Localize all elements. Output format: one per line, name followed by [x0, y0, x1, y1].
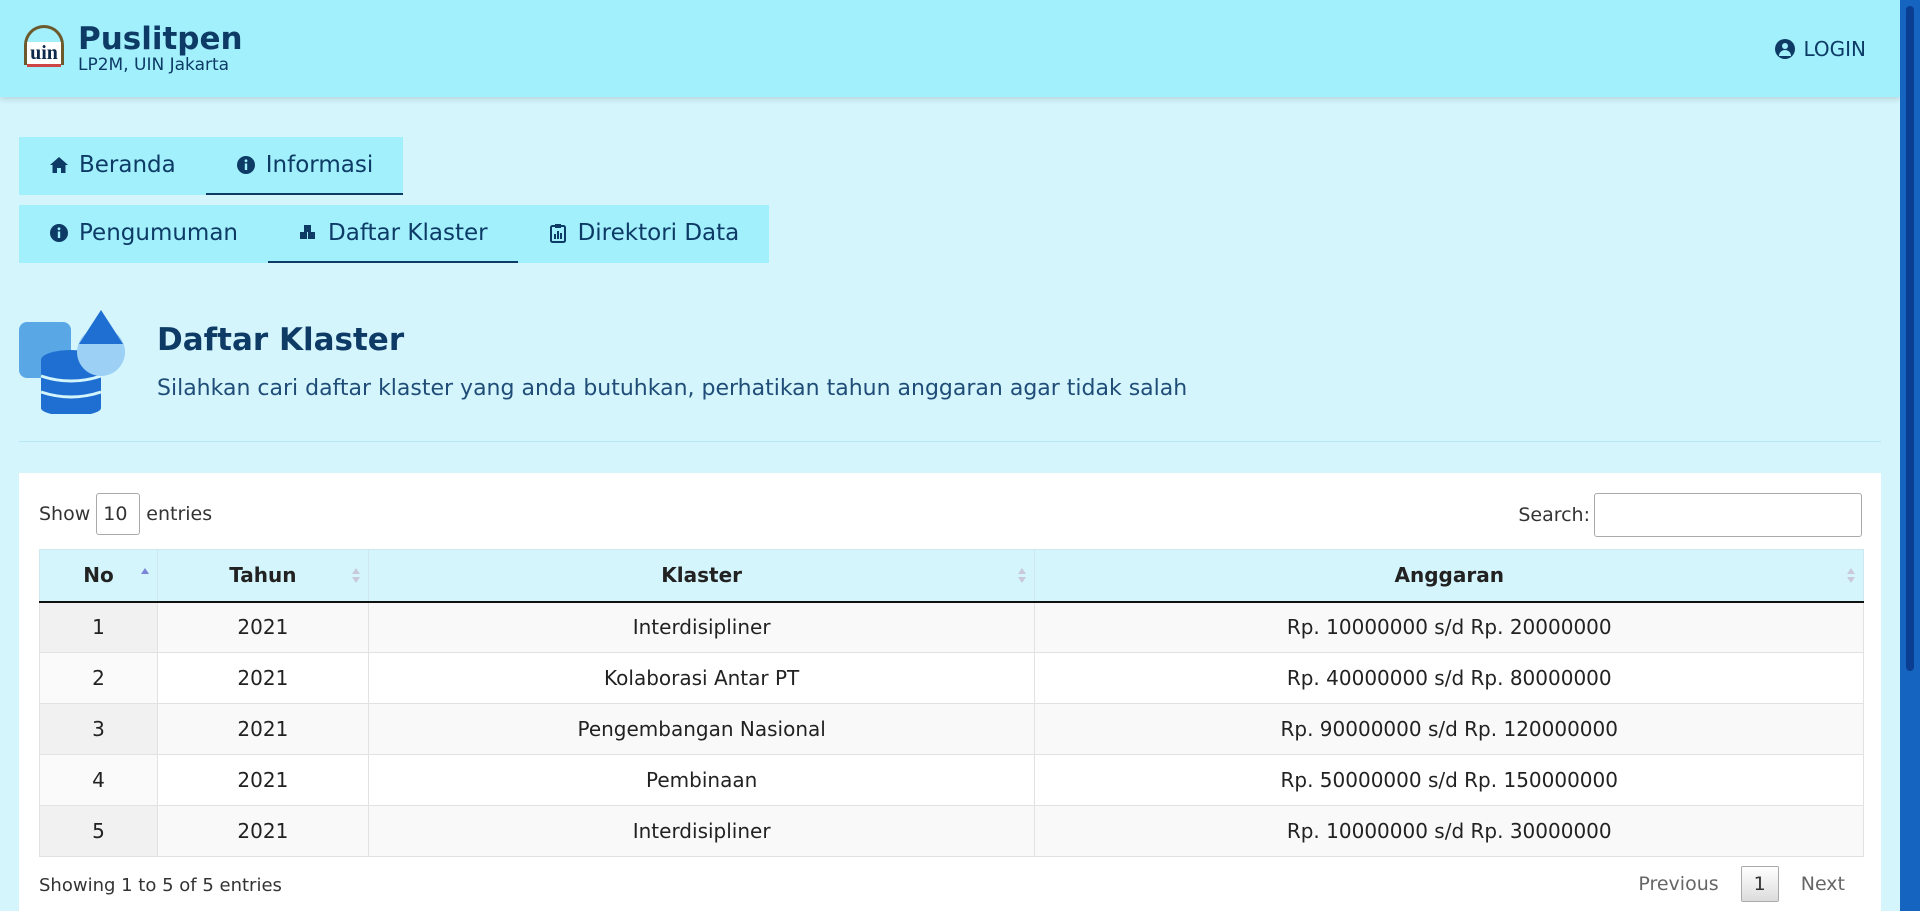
table-row: 4 2021 Pembinaan Rp. 50000000 s/d Rp. 15…	[39, 754, 1864, 806]
column-header-tahun[interactable]: Tahun	[156, 549, 369, 603]
database-upload-icon	[19, 310, 125, 414]
cell-anggaran: Rp. 50000000 s/d Rp. 150000000	[1034, 754, 1864, 806]
vertical-scrollbar[interactable]	[1900, 0, 1920, 911]
sort-icon	[351, 568, 360, 584]
cell-anggaran: Rp. 90000000 s/d Rp. 120000000	[1034, 703, 1864, 755]
uin-logo: uin	[20, 23, 68, 75]
show-label: Show	[39, 503, 91, 525]
cell-tahun: 2021	[156, 652, 369, 704]
cell-klaster: Interdisipliner	[367, 601, 1036, 653]
brand-name: Puslitpen	[78, 20, 243, 57]
sort-ascending-icon	[140, 568, 149, 584]
cell-anggaran: Rp. 10000000 s/d Rp. 30000000	[1034, 805, 1864, 857]
table-row: 2 2021 Kolaborasi Antar PT Rp. 40000000 …	[39, 652, 1864, 704]
sort-icon	[1018, 568, 1027, 584]
brand-subtitle: LP2M, UIN Jakarta	[78, 54, 230, 75]
cell-no: 3	[39, 703, 158, 755]
search-label: Search:	[1518, 504, 1590, 526]
column-header-label: Tahun	[229, 563, 297, 588]
cubes-icon	[300, 225, 316, 239]
column-header-label: No	[83, 563, 114, 588]
cell-no: 5	[39, 805, 158, 857]
clipboard-chart-icon	[549, 224, 566, 243]
tab-beranda-label: Beranda	[79, 152, 176, 178]
entries-label: entries	[146, 503, 213, 525]
top-navbar: uin Puslitpen LP2M, UIN Jakarta LOGIN	[0, 0, 1900, 97]
tab-daftar-klaster-label: Daftar Klaster	[328, 220, 488, 246]
cluster-table-card: Show 10 entries Search: No Tahun Klaster…	[19, 473, 1881, 911]
info-icon	[236, 156, 255, 174]
cell-klaster: Kolaborasi Antar PT	[367, 652, 1036, 704]
home-icon	[50, 157, 68, 173]
cluster-table: No Tahun Klaster Anggaran 1 2021 Interdi…	[39, 549, 1864, 857]
cell-klaster: Pengembangan Nasional	[367, 703, 1036, 755]
cell-no: 2	[39, 652, 158, 704]
next-button[interactable]: Next	[1785, 865, 1861, 903]
heading-text: Daftar Klaster Silahkan cari daftar klas…	[157, 310, 1187, 401]
tab-pengumuman[interactable]: Pengumuman	[19, 205, 268, 263]
table-row: 5 2021 Interdisipliner Rp. 10000000 s/d …	[39, 805, 1864, 857]
tab-beranda[interactable]: Beranda	[19, 137, 206, 195]
column-header-label: Anggaran	[1394, 563, 1504, 588]
logo-text: uin	[27, 41, 61, 67]
tab-informasi-label: Informasi	[265, 152, 374, 178]
search-input[interactable]	[1594, 493, 1862, 537]
tab-direktori-data-label: Direktori Data	[577, 220, 740, 246]
cell-no: 4	[39, 754, 158, 806]
sort-icon	[1847, 568, 1855, 584]
pagination: Previous 1 Next	[1622, 865, 1861, 903]
cell-tahun: 2021	[156, 754, 369, 806]
info-icon	[50, 224, 68, 242]
brand-text: Puslitpen LP2M, UIN Jakarta	[78, 23, 243, 75]
brand[interactable]: uin Puslitpen LP2M, UIN Jakarta	[20, 23, 243, 75]
column-header-label: Klaster	[661, 563, 743, 588]
cell-tahun: 2021	[156, 703, 369, 755]
cell-tahun: 2021	[156, 601, 369, 653]
tab-informasi[interactable]: Informasi	[205, 137, 404, 195]
tab-daftar-klaster[interactable]: Daftar Klaster	[268, 205, 518, 263]
search-area: Search:	[1518, 493, 1862, 537]
tab-pengumuman-label: Pengumuman	[79, 220, 239, 246]
login-button[interactable]: LOGIN	[1775, 37, 1866, 61]
column-header-klaster[interactable]: Klaster	[367, 549, 1036, 603]
cell-anggaran: Rp. 40000000 s/d Rp. 80000000	[1034, 652, 1864, 704]
tab-direktori-data[interactable]: Direktori Data	[518, 205, 770, 263]
entries-select[interactable]: 10	[96, 493, 141, 535]
table-header-row: No Tahun Klaster Anggaran	[39, 549, 1864, 603]
table-row: 1 2021 Interdisipliner Rp. 10000000 s/d …	[39, 601, 1864, 653]
primary-nav: Beranda Informasi	[19, 137, 404, 195]
previous-button[interactable]: Previous	[1622, 865, 1734, 903]
entries-length: Show 10 entries	[39, 493, 212, 535]
column-header-no[interactable]: No	[39, 549, 158, 603]
cell-klaster: Interdisipliner	[367, 805, 1036, 857]
divider	[19, 441, 1881, 442]
table-row: 3 2021 Pengembangan Nasional Rp. 9000000…	[39, 703, 1864, 755]
scrollbar-thumb[interactable]	[1906, 6, 1914, 671]
cell-tahun: 2021	[156, 805, 369, 857]
cell-anggaran: Rp. 10000000 s/d Rp. 20000000	[1034, 601, 1864, 653]
page-heading: Daftar Klaster Silahkan cari daftar klas…	[19, 310, 1187, 414]
page-title: Daftar Klaster	[157, 322, 405, 358]
cell-no: 1	[39, 601, 158, 653]
page-button-current[interactable]: 1	[1740, 866, 1779, 902]
column-header-anggaran[interactable]: Anggaran	[1034, 549, 1864, 603]
user-circle-icon	[1775, 38, 1796, 59]
cell-klaster: Pembinaan	[367, 754, 1036, 806]
secondary-nav: Pengumuman Daftar Klaster Direktori Data	[19, 205, 770, 263]
page-subtitle: Silahkan cari daftar klaster yang anda b…	[157, 376, 1188, 401]
login-label: LOGIN	[1803, 36, 1866, 61]
table-info: Showing 1 to 5 of 5 entries	[39, 875, 282, 896]
